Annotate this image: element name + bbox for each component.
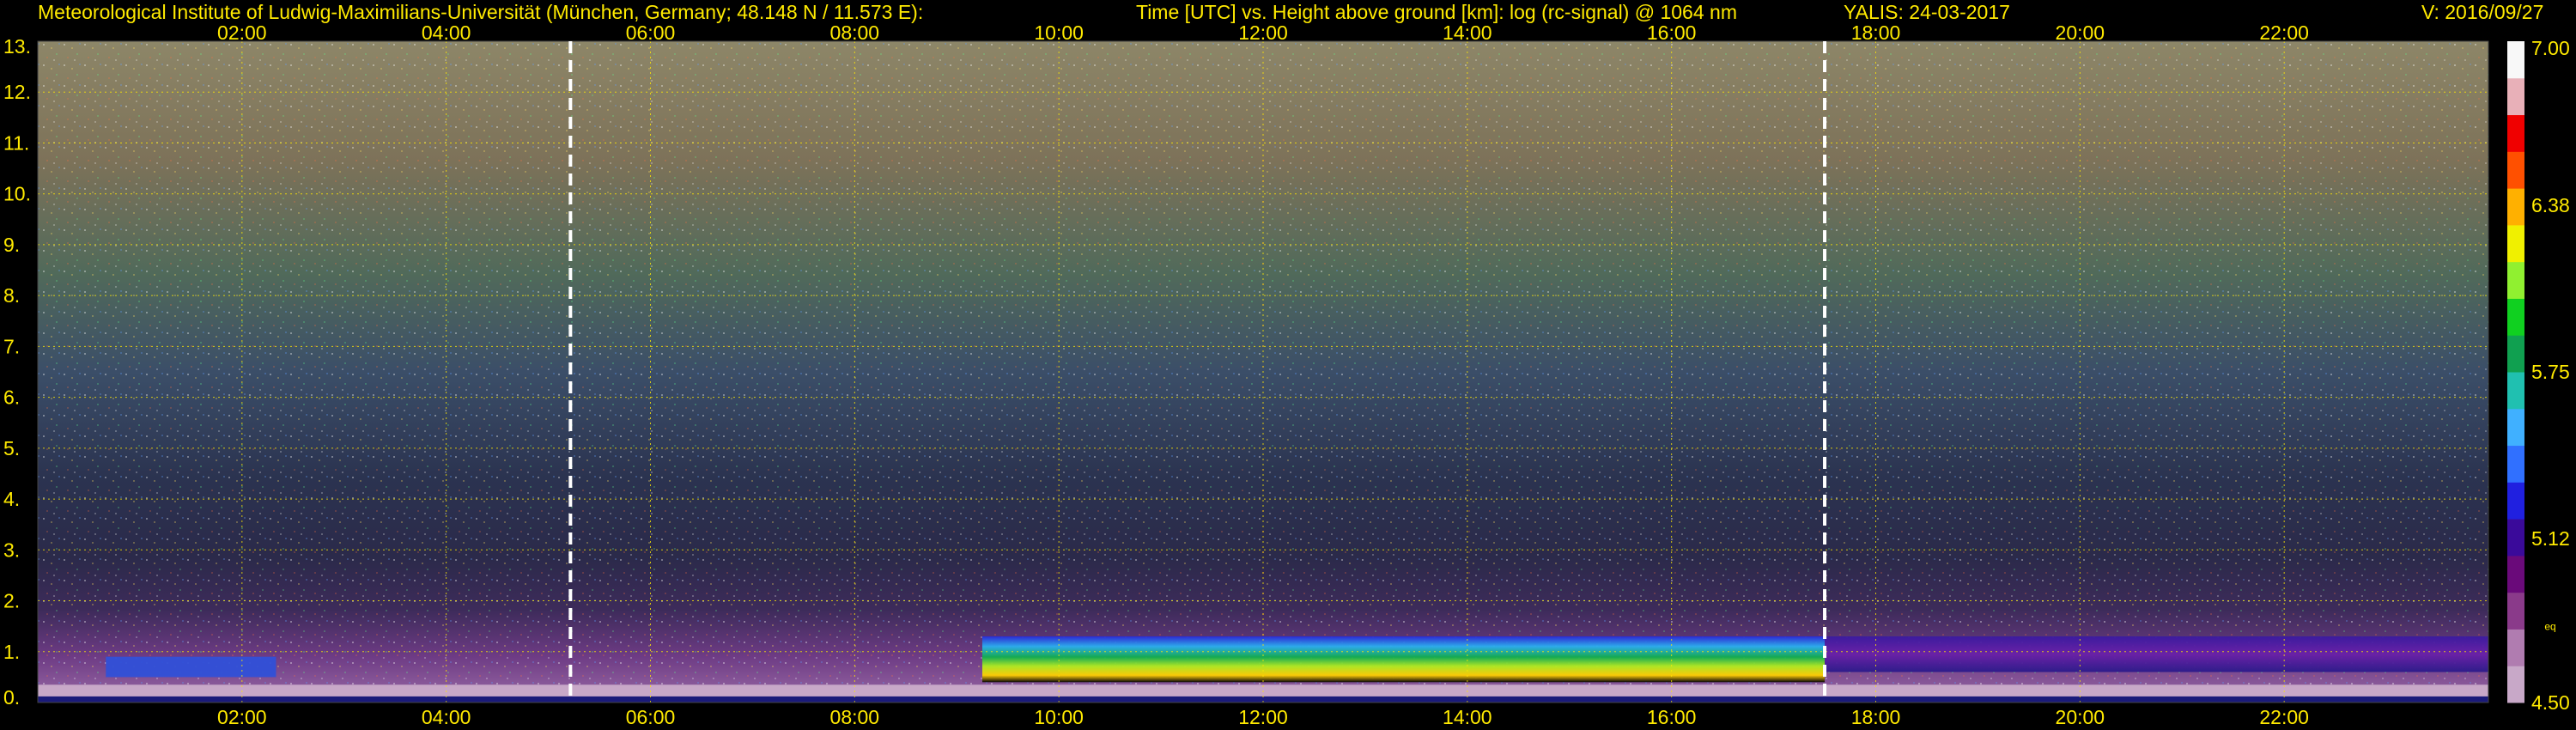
x-tick-label-bottom: 12:00 bbox=[1238, 706, 1288, 728]
x-tick-label-bottom: 16:00 bbox=[1647, 706, 1697, 728]
y-tick-label: 7. bbox=[3, 335, 20, 357]
y-tick-label: 0. bbox=[3, 686, 20, 709]
colorbar-segment bbox=[2507, 151, 2524, 189]
y-tick-label: 12. bbox=[3, 81, 31, 103]
colorbar-tick-label: 5.12 bbox=[2531, 527, 2570, 550]
x-tick-label-top: 02:00 bbox=[217, 21, 267, 44]
colorbar-segment bbox=[2507, 482, 2524, 520]
x-tick-label-bottom: 02:00 bbox=[217, 706, 267, 728]
x-tick-label-bottom: 10:00 bbox=[1034, 706, 1084, 728]
y-tick-label: 6. bbox=[3, 386, 20, 409]
colorbar-segment bbox=[2507, 335, 2524, 373]
lidar-chart: 02:00 04:00 06:00 08:00 10:00 12:00 14:00 16:00… bbox=[3, 21, 2570, 728]
y-tick-label: 10. bbox=[3, 183, 31, 205]
colorbar-tick-label: 4.50 bbox=[2531, 691, 2570, 714]
colorbar-segment bbox=[2507, 77, 2524, 116]
colorbar-segment bbox=[2507, 445, 2524, 483]
colorbar-segment bbox=[2507, 41, 2524, 79]
y-tick-label: 5. bbox=[3, 437, 20, 459]
x-tick-label-top: 12:00 bbox=[1238, 21, 1288, 44]
x-tick-label-top: 22:00 bbox=[2259, 21, 2309, 44]
colorbar-segment bbox=[2507, 114, 2524, 152]
x-tick-label-bottom: 06:00 bbox=[626, 706, 676, 728]
x-tick-label-top: 16:00 bbox=[1647, 21, 1697, 44]
colorbar-segment bbox=[2507, 261, 2524, 299]
x-tick-label-top: 18:00 bbox=[1851, 21, 1901, 44]
colorbar-segment bbox=[2507, 224, 2524, 263]
colorbar-segment bbox=[2507, 555, 2524, 593]
x-tick-label-bottom: 20:00 bbox=[2056, 706, 2105, 728]
y-tick-label: 8. bbox=[3, 284, 20, 307]
colorbar-tick-label: 6.38 bbox=[2531, 194, 2570, 216]
feature-boundary-layer bbox=[981, 636, 1826, 683]
colorbar-segment bbox=[2507, 592, 2524, 630]
y-tick-label: 1. bbox=[3, 641, 20, 663]
colorbar-segment bbox=[2507, 408, 2524, 447]
y-tick-label: 3. bbox=[3, 538, 20, 561]
colorbar-segment bbox=[2507, 629, 2524, 666]
x-tick-label-bottom: 14:00 bbox=[1443, 706, 1492, 728]
x-tick-label-top: 04:00 bbox=[422, 21, 471, 44]
colorbar-segment bbox=[2507, 188, 2524, 226]
y-tick-label: 13. bbox=[3, 35, 31, 58]
x-tick-label-top: 08:00 bbox=[830, 21, 880, 44]
y-tick-label: 4. bbox=[3, 488, 20, 510]
feature-residual-layer bbox=[1825, 636, 2488, 672]
colorbar-segment bbox=[2507, 372, 2524, 410]
colorbar-tick-labels: 4.50 5.12 5.75 6.38 7.00 bbox=[2531, 37, 2570, 714]
colorbar-segment bbox=[2507, 519, 2524, 557]
y-tick-label: 11. bbox=[3, 131, 29, 154]
x-tick-label-bottom: 22:00 bbox=[2259, 706, 2309, 728]
x-tick-labels-bottom: 02:00 04:00 06:00 08:00 10:00 12:00 14:00 16:00… bbox=[217, 706, 2309, 728]
y-tick-labels: 0. 1. 2. 3. 4. 5. 6. 7. 8. 9. 10. 11. 12. 13. bbox=[3, 35, 31, 709]
feature-night-aerosol-layer bbox=[106, 656, 276, 678]
x-tick-label-top: 20:00 bbox=[2056, 21, 2105, 44]
y-tick-label: 2. bbox=[3, 590, 20, 612]
x-tick-labels-top: 02:00 04:00 06:00 08:00 10:00 12:00 14:00 16:00… bbox=[217, 21, 2309, 44]
colorbar-tick-label: 7.00 bbox=[2531, 37, 2570, 59]
colorbar-segment bbox=[2507, 666, 2524, 703]
colorbar-tick-label: 5.75 bbox=[2531, 361, 2570, 383]
colorbar-segment bbox=[2507, 298, 2524, 336]
x-tick-label-top: 14:00 bbox=[1443, 21, 1492, 44]
y-tick-label: 9. bbox=[3, 234, 20, 256]
x-tick-label-top: 10:00 bbox=[1034, 21, 1084, 44]
x-tick-label-bottom: 04:00 bbox=[422, 706, 471, 728]
x-tick-label-bottom: 18:00 bbox=[1851, 706, 1901, 728]
colorbar-note: eq bbox=[2544, 620, 2555, 632]
x-tick-label-top: 06:00 bbox=[626, 21, 676, 44]
x-tick-label-bottom: 08:00 bbox=[830, 706, 880, 728]
